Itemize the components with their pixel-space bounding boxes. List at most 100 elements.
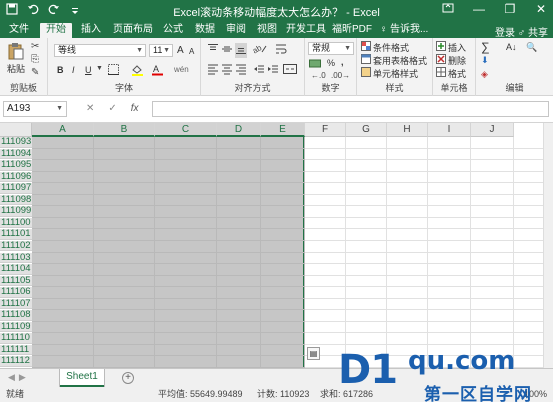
- row-header[interactable]: 111105: [0, 275, 32, 287]
- paste-icon[interactable]: [8, 42, 24, 63]
- grow-font-button[interactable]: A: [177, 45, 184, 56]
- accounting-format-icon[interactable]: [309, 58, 321, 72]
- vertical-scrollbar[interactable]: [543, 123, 553, 368]
- row-header[interactable]: 111099: [0, 206, 32, 217]
- align-right-icon[interactable]: [235, 63, 247, 78]
- tab-formulas[interactable]: 公式: [158, 23, 188, 38]
- orientation-icon[interactable]: ab: [251, 42, 267, 57]
- sort-filter-button[interactable]: A↓: [506, 42, 517, 52]
- align-left-icon[interactable]: [207, 63, 219, 78]
- row-header[interactable]: 111108: [0, 310, 32, 321]
- cut-icon[interactable]: ✂: [31, 41, 39, 52]
- row-header[interactable]: 111098: [0, 194, 32, 206]
- wrap-text-icon[interactable]: [275, 43, 287, 58]
- sheet-nav-arrows[interactable]: ◀▶: [8, 372, 30, 383]
- format-as-table-button[interactable]: 套用表格格式: [373, 54, 427, 67]
- tab-home[interactable]: 开始: [40, 23, 72, 38]
- row-header[interactable]: 111096: [0, 171, 32, 183]
- row-header[interactable]: 111112: [0, 356, 32, 367]
- phonetic-guide-button[interactable]: wén: [174, 65, 189, 74]
- paste-button[interactable]: 粘贴: [7, 62, 25, 75]
- increase-indent-icon[interactable]: [267, 63, 279, 78]
- formula-input[interactable]: [152, 101, 549, 117]
- column-header[interactable]: J: [471, 123, 514, 137]
- font-name-combo[interactable]: 等线 ▼: [54, 44, 146, 57]
- row-header[interactable]: 111100: [0, 217, 32, 229]
- column-header[interactable]: G: [346, 123, 387, 137]
- tab-review[interactable]: 审阅: [221, 23, 251, 38]
- row-header[interactable]: 111107: [0, 298, 32, 310]
- row-header[interactable]: 111111: [0, 344, 32, 356]
- comma-style-button[interactable]: ,: [341, 57, 344, 67]
- restore-button[interactable]: ❐: [504, 2, 516, 17]
- cell-styles-button[interactable]: 单元格样式: [373, 67, 418, 80]
- number-format-combo[interactable]: 常规 ▼: [308, 42, 354, 55]
- fill-color-icon[interactable]: [131, 64, 144, 79]
- column-header[interactable]: F: [305, 123, 346, 137]
- find-select-button[interactable]: 🔍: [526, 42, 537, 53]
- merge-center-icon[interactable]: [283, 63, 297, 78]
- cell-styles-icon[interactable]: [361, 67, 371, 80]
- delete-cells-button[interactable]: 删除: [448, 54, 466, 67]
- align-center-icon[interactable]: [221, 63, 233, 78]
- bold-button[interactable]: B: [57, 65, 64, 75]
- worksheet-grid[interactable]: ABCDEFGHIJ 111093 111094 111095 111096 11109…: [0, 123, 553, 368]
- font-size-combo[interactable]: 11 ▼: [149, 44, 173, 57]
- tab-view[interactable]: 视图: [252, 23, 282, 38]
- tab-insert[interactable]: 插入: [76, 23, 106, 38]
- format-as-table-icon[interactable]: [361, 54, 371, 67]
- format-painter-icon[interactable]: ✎: [31, 67, 39, 78]
- clear-button[interactable]: ◈: [481, 69, 488, 80]
- row-header[interactable]: 111104: [0, 264, 32, 275]
- row-header[interactable]: 111094: [0, 148, 32, 160]
- shrink-font-button[interactable]: A: [189, 47, 194, 56]
- decrease-decimal-icon[interactable]: .00→: [331, 71, 350, 80]
- align-bottom-icon[interactable]: [235, 43, 247, 58]
- login-link[interactable]: 登录: [495, 24, 515, 39]
- row-header[interactable]: 111101: [0, 229, 32, 240]
- font-color-icon[interactable]: A: [152, 63, 163, 79]
- align-middle-icon[interactable]: [221, 43, 233, 58]
- quick-analysis-icon[interactable]: ▤: [307, 347, 320, 360]
- fill-button[interactable]: ⬇: [481, 55, 489, 66]
- copy-icon[interactable]: ⎘: [31, 54, 39, 65]
- tab-developer[interactable]: 开发工具: [284, 23, 328, 38]
- confirm-entry-button[interactable]: ✓: [108, 103, 116, 114]
- row-header[interactable]: 111102: [0, 240, 32, 252]
- align-top-icon[interactable]: [207, 43, 219, 58]
- share-button[interactable]: ♂ 共享: [518, 24, 548, 39]
- column-header[interactable]: D: [217, 123, 261, 137]
- row-header[interactable]: 111106: [0, 287, 32, 298]
- row-header[interactable]: 111109: [0, 321, 32, 333]
- insert-cells-icon[interactable]: [436, 41, 446, 54]
- underline-button[interactable]: U: [85, 65, 92, 75]
- percent-style-button[interactable]: %: [327, 58, 335, 68]
- conditional-formatting-button[interactable]: 条件格式: [373, 41, 409, 54]
- column-header[interactable]: H: [387, 123, 428, 137]
- delete-cells-icon[interactable]: [436, 54, 446, 67]
- row-header[interactable]: 111095: [0, 160, 32, 171]
- column-header[interactable]: I: [428, 123, 471, 137]
- chevron-down-icon[interactable]: ▼: [96, 65, 103, 72]
- selected-range[interactable]: [32, 137, 305, 368]
- row-header[interactable]: 111097: [0, 183, 32, 194]
- format-cells-icon[interactable]: [436, 67, 446, 80]
- tab-page-layout[interactable]: 页面布局: [109, 23, 157, 38]
- add-sheet-button[interactable]: +: [122, 372, 134, 384]
- select-all-corner[interactable]: [0, 123, 32, 137]
- row-header[interactable]: 111093: [0, 137, 32, 148]
- minimize-button[interactable]: —: [473, 2, 485, 17]
- tab-file[interactable]: 文件: [4, 23, 34, 38]
- conditional-formatting-icon[interactable]: [361, 41, 371, 54]
- close-button[interactable]: ✕: [535, 2, 547, 17]
- tab-foxit-pdf[interactable]: 福昕PDF: [331, 23, 373, 38]
- insert-function-button[interactable]: fx: [131, 103, 139, 114]
- column-header[interactable]: E: [261, 123, 305, 137]
- column-header[interactable]: B: [94, 123, 155, 137]
- row-header[interactable]: 111110: [0, 333, 32, 344]
- sheet-tab[interactable]: Sheet1: [60, 369, 104, 387]
- format-cells-button[interactable]: 格式: [448, 67, 466, 80]
- increase-decimal-icon[interactable]: ←.0: [311, 71, 326, 80]
- cancel-entry-button[interactable]: ✕: [86, 103, 94, 114]
- name-box[interactable]: A193 ▼: [3, 101, 67, 117]
